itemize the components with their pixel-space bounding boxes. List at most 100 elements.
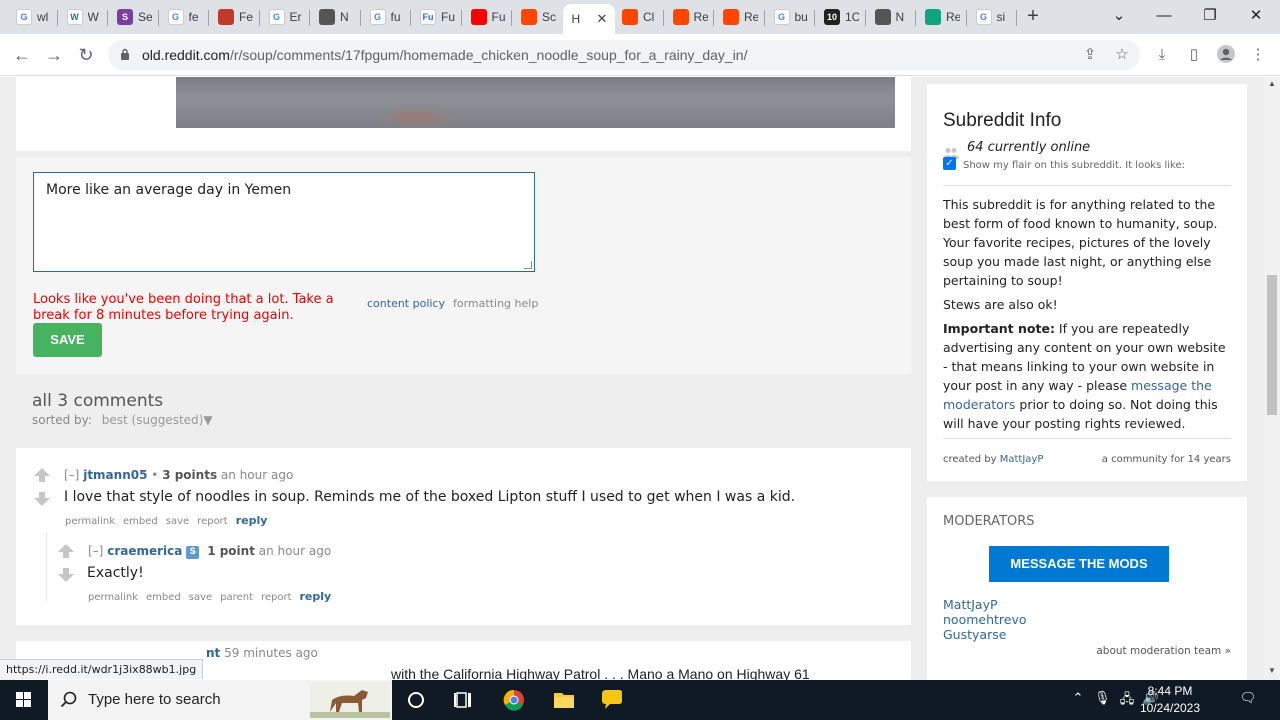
tab-search-chevron-icon[interactable]: ⌄ [1106, 4, 1132, 28]
lock-icon[interactable] [120, 48, 130, 61]
task-view-icon[interactable] [440, 680, 488, 720]
reload-icon[interactable]: ↻ [74, 43, 98, 67]
close-window-button[interactable]: ✕ [1243, 4, 1269, 28]
profile-avatar-icon[interactable] [1215, 44, 1237, 66]
child-thread-line [46, 532, 47, 602]
scroll-up-arrow-icon[interactable]: ▲ [1268, 79, 1276, 88]
tab-favicon-icon [622, 9, 638, 25]
save-button[interactable]: SAVE [33, 323, 102, 357]
network-icon[interactable]: 🖧 [1118, 690, 1136, 710]
moderator-link[interactable]: Gustyarse [943, 627, 1006, 642]
browser-tab[interactable]: Re [916, 4, 964, 30]
browser-tab[interactable]: Fe [209, 4, 257, 30]
browser-tab[interactable]: S Se [108, 4, 156, 30]
report-link[interactable]: report [261, 592, 292, 603]
browser-tab[interactable]: WW [58, 4, 106, 30]
tab-favicon-icon [470, 9, 487, 25]
scroll-thumb[interactable] [1267, 275, 1277, 415]
chrome-taskbar-icon[interactable] [490, 680, 538, 720]
save-link[interactable]: save [189, 592, 212, 603]
browser-tab[interactable]: Gbu [765, 4, 813, 30]
download-icon[interactable]: ⤓ [1151, 44, 1173, 66]
close-tab-icon[interactable]: ✕ [597, 11, 608, 27]
windows-start-icon[interactable] [0, 680, 48, 720]
tab-title: Er [289, 10, 302, 24]
reply-link[interactable]: reply [236, 514, 268, 527]
save-link[interactable]: save [166, 516, 189, 527]
moderator-link[interactable]: MattJayP [943, 597, 998, 612]
bookmark-star-icon[interactable]: ☆ [1112, 45, 1132, 65]
browser-tab[interactable]: N [310, 4, 358, 30]
upvote-arrow-icon[interactable] [58, 544, 74, 558]
collapse-toggle[interactable]: [–] [64, 468, 79, 482]
downvote-arrow-icon[interactable] [34, 492, 50, 506]
comment-time: an hour ago [258, 544, 332, 558]
tab-title: Fu [491, 10, 506, 24]
address-bar[interactable]: old.reddit.com/r/soup/comments/17fpgum/h… [108, 40, 1140, 70]
clock-time: 8:44 PM [1147, 684, 1193, 698]
embed-link[interactable]: embed [123, 516, 158, 527]
tab-favicon-icon: 10 [824, 9, 840, 25]
about-moderation-team-link[interactable]: about moderation team » [1096, 645, 1231, 657]
browser-tab[interactable]: Fu Fu [411, 4, 459, 30]
taskbar-clock[interactable]: 8:44 PM 10/24/2023 [1138, 683, 1202, 717]
side-panel-icon[interactable]: ▯ [1183, 44, 1205, 66]
flair-checkbox[interactable]: ✓ [943, 157, 956, 170]
chat-app-icon[interactable] [588, 680, 636, 720]
comment-body: Exactly! [87, 565, 144, 581]
tab-title: si [996, 10, 1006, 24]
permalink-link[interactable]: permalink [88, 592, 138, 603]
microphone-icon[interactable]: 🎙 [1094, 690, 1111, 710]
restore-button[interactable]: ❐ [1197, 4, 1223, 28]
new-tab-button[interactable]: + [1022, 6, 1044, 28]
permalink-link[interactable]: permalink [65, 516, 115, 527]
browser-tab[interactable]: N [866, 4, 914, 30]
online-count: 64 currently online [967, 140, 1091, 155]
reply-link[interactable]: reply [300, 590, 332, 603]
formatting-help-link[interactable]: formatting help [453, 297, 538, 310]
browser-tab[interactable]: Re [714, 4, 762, 30]
upvote-arrow-icon[interactable] [34, 468, 50, 482]
browser-tab[interactable]: Re [664, 4, 712, 30]
notifications-icon[interactable]: 🗨 [1238, 690, 1258, 710]
browser-tab[interactable]: Gwl [7, 4, 55, 30]
file-explorer-icon[interactable] [540, 680, 588, 720]
browser-tab[interactable]: Fu [462, 4, 510, 30]
tray-chevron-icon[interactable]: ⌃ [1070, 690, 1086, 710]
scroll-down-arrow-icon[interactable]: ▼ [1268, 666, 1276, 675]
moderator-link[interactable]: noomehtrevo [943, 612, 1027, 627]
browser-tab[interactable]: Cl [613, 4, 661, 30]
back-icon[interactable]: ← [10, 43, 34, 67]
sort-dropdown[interactable]: best (suggested)▼ [102, 413, 213, 427]
post-image[interactable] [176, 77, 895, 128]
comment-author[interactable]: jtmann05 [83, 468, 147, 482]
share-icon[interactable]: ⇪ [1080, 45, 1100, 65]
content-policy-link[interactable]: content policy [367, 297, 445, 310]
page-scrollbar[interactable]: ▲ ▼ [1264, 77, 1280, 680]
menu-kebab-icon[interactable]: ⋮ [1247, 44, 1269, 66]
cortana-icon[interactable] [392, 680, 440, 720]
message-the-mods-button[interactable]: MESSAGE THE MODS [989, 546, 1169, 582]
creator-link[interactable]: MattJayP [1000, 454, 1044, 465]
browser-tab[interactable]: Gsi [967, 4, 1015, 30]
browser-tab[interactable]: Sc [512, 4, 560, 30]
browser-tab-active[interactable]: H ✕ [562, 4, 615, 34]
tab-favicon-icon: G [975, 9, 992, 25]
collapse-toggle[interactable]: [–] [88, 544, 103, 558]
minimize-button[interactable]: — [1151, 4, 1177, 28]
browser-tab[interactable]: Gfe [159, 4, 207, 30]
browser-tab[interactable]: 10 1C [815, 4, 863, 30]
taskbar-search-box[interactable]: Type here to search [48, 680, 392, 720]
browser-tab[interactable]: G Er [260, 4, 308, 30]
forward-icon[interactable]: → [42, 43, 66, 67]
embed-link[interactable]: embed [146, 592, 181, 603]
reply-form: More like an average day in Yemen Looks … [16, 157, 911, 374]
resize-grip-icon[interactable] [524, 261, 532, 269]
submitter-flair-badge: S [186, 546, 200, 559]
comment-author[interactable]: craemerica [107, 544, 182, 558]
browser-tab[interactable]: Gfu [361, 4, 409, 30]
report-link[interactable]: report [197, 516, 228, 527]
parent-link[interactable]: parent [220, 592, 253, 603]
comment-textarea[interactable]: More like an average day in Yemen [33, 172, 535, 272]
downvote-arrow-icon[interactable] [58, 568, 74, 582]
